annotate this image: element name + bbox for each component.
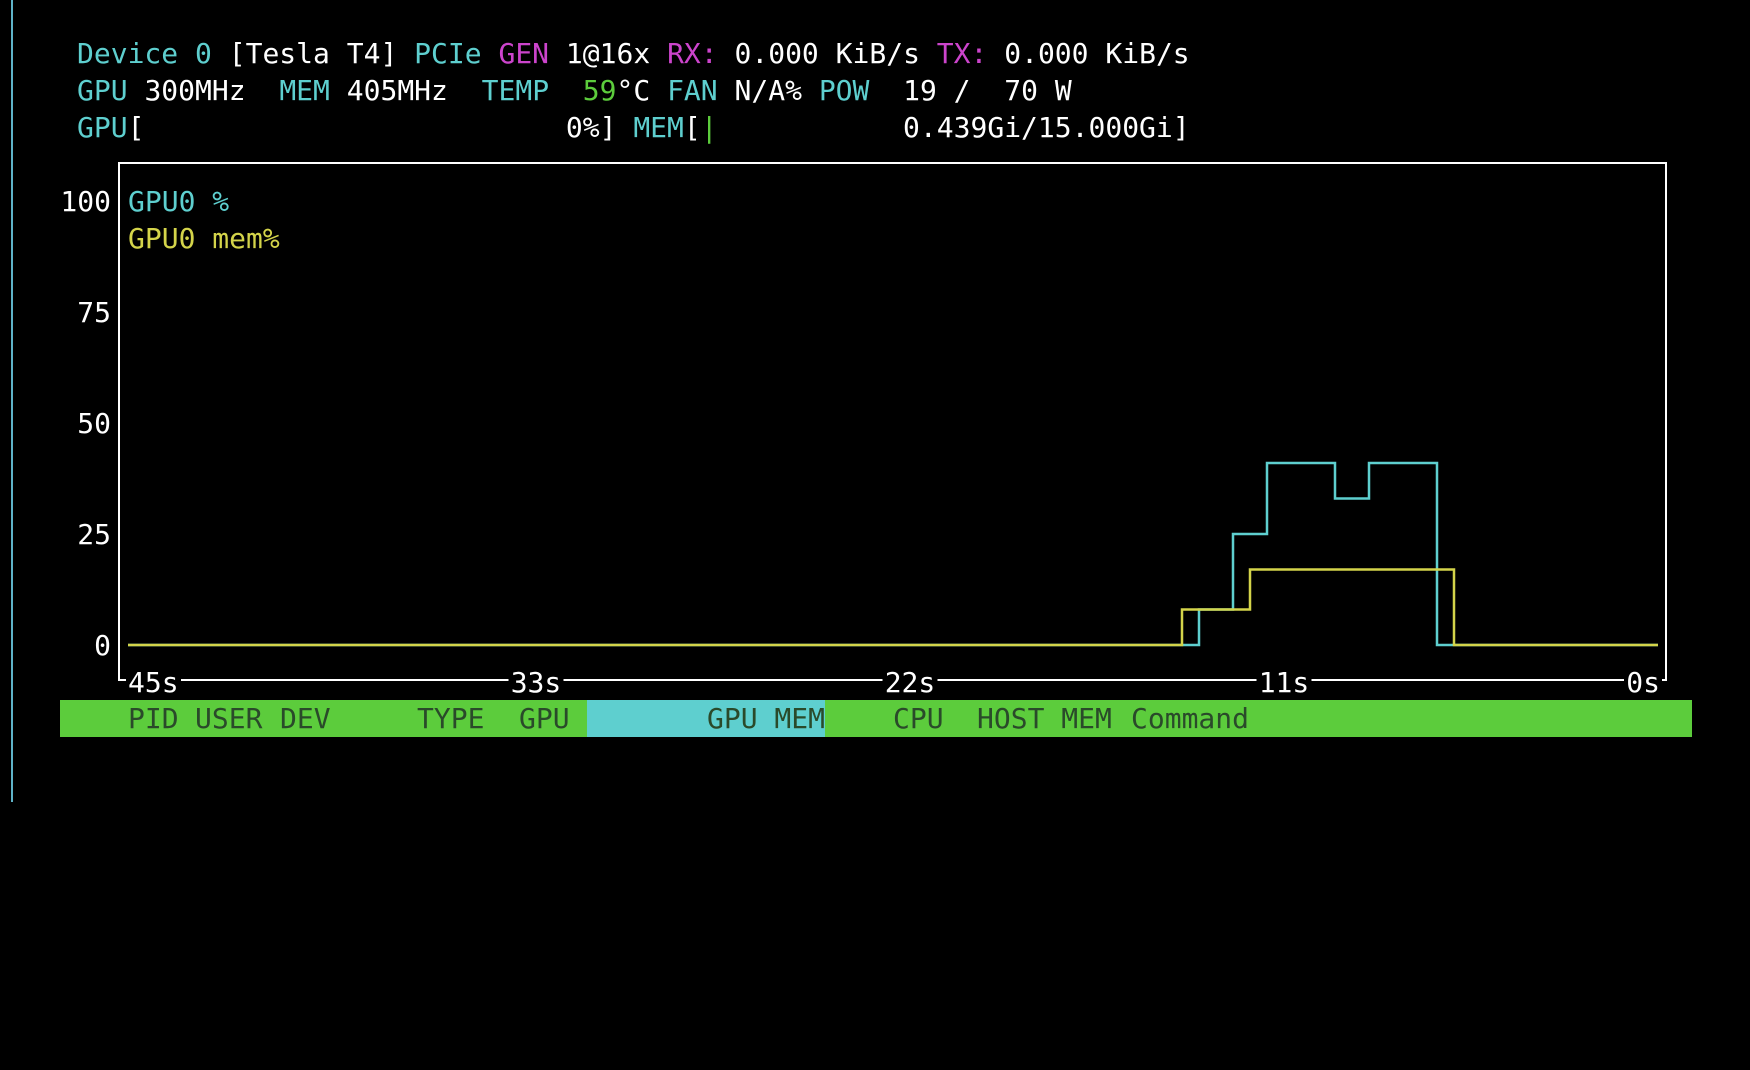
legend-entry-1: GPU0 mem% (128, 222, 280, 255)
gpu-usage-chart: 100 75 50 25 0 45s 33s 22s 11s 0s GPU0 % GPU0 mem% (60, 162, 1667, 699)
x-tick-label: 11s (1259, 666, 1310, 699)
col-user[interactable]: USER (195, 700, 262, 737)
chart-frame (118, 162, 1667, 681)
col-gpu-mem[interactable]: GPU MEM (587, 700, 825, 737)
col-dev[interactable]: DEV (280, 700, 331, 737)
col-gpu[interactable]: GPU (519, 700, 570, 737)
x-tick-label: 22s (885, 666, 936, 699)
col-pid[interactable]: PID (128, 700, 179, 737)
y-tick-label: 25 (77, 518, 111, 551)
x-tick-label: 0s (1626, 666, 1660, 699)
y-tick-label: 75 (77, 296, 111, 329)
process-table-header: PID USER DEV TYPE GPU GPU MEM CPU HOST M… (60, 700, 1692, 737)
y-tick-label: 0 (94, 629, 111, 662)
col-command[interactable]: Command (1131, 700, 1249, 737)
y-tick-label: 50 (77, 407, 111, 440)
col-host-mem[interactable]: HOST MEM (977, 700, 1112, 737)
series-line-1 (128, 568, 1658, 647)
legend-entry-0: GPU0 % (128, 185, 229, 218)
col-cpu[interactable]: CPU (893, 700, 944, 737)
series-line-0 (128, 461, 1658, 647)
x-tick-label: 45s (128, 666, 179, 699)
col-type[interactable]: TYPE (417, 700, 484, 737)
y-tick-label: 100 (60, 185, 111, 218)
x-tick-label: 33s (511, 666, 562, 699)
